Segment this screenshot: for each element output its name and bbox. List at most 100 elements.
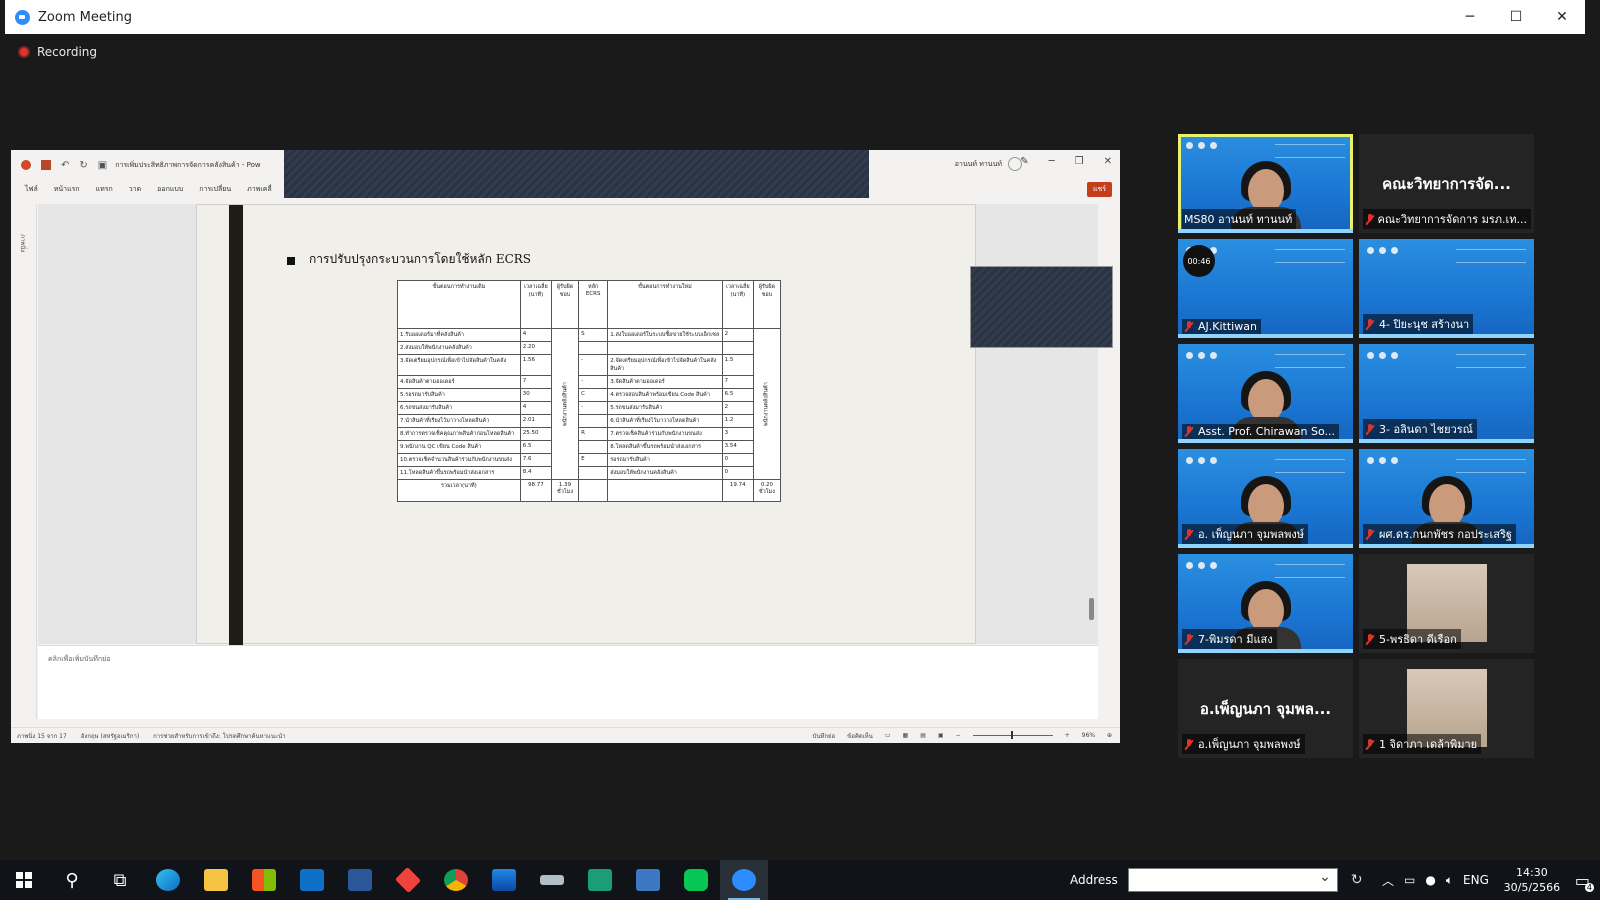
virtual-background [1275,459,1345,473]
tab-home[interactable]: หน้าแรก [54,184,80,195]
fit-slide-icon[interactable]: ⊕ [1107,732,1112,739]
search-icon[interactable]: ⚲ [48,860,96,900]
mic-muted-icon [1365,528,1375,540]
microphone-icon[interactable]: ● [1425,873,1435,887]
input-language[interactable]: ENG [1463,873,1489,887]
slideshow-view-icon[interactable]: ▣ [938,732,944,739]
folder-icon [204,869,228,891]
participant-tile[interactable]: 1 จิดาภา เดล้าพิมาย [1359,659,1534,758]
tab-animations[interactable]: ภาพเคลื่ [247,184,272,195]
taskbar-edge[interactable] [144,860,192,900]
language-status[interactable]: อังกฤษ (สหรัฐอเมริกา) [81,731,139,741]
notes-placeholder: คลิกเพื่อเพิ่มบันทึกย่อ [48,655,111,663]
taskbar-store[interactable] [240,860,288,900]
participant-tile[interactable]: 5-พรธิดา ดีเรือก [1359,554,1534,653]
taskbar-scanner[interactable] [528,860,576,900]
participant-tile[interactable]: อ.เพ็ญนภา จุมพล... อ.เพ็ญนภา จุมพลพงษ์ [1178,659,1353,758]
participant-name: AJ.Kittiwan [1198,320,1257,333]
maximize-icon[interactable]: ☐ [1493,0,1539,34]
taskbar-anydesk[interactable] [384,860,432,900]
old-step-cell: 8.ทำการตรวจเช็คคุณภาพสินค้าก่อนโหลดสินค้… [397,427,521,441]
participant-name-label: คณะวิทยาการจัดการ มรภ.เท... [1363,209,1531,229]
taskbar-chrome[interactable] [432,860,480,900]
redo-icon[interactable]: ↻ [79,160,87,171]
participant-tile[interactable]: Asst. Prof. Chirawan So... [1178,344,1353,443]
taskbar-office[interactable] [624,860,672,900]
sorter-view-icon[interactable]: ▦ [903,732,909,739]
chevron-up-icon[interactable]: ︿ [1382,872,1394,889]
ppt-minimize-icon[interactable]: ─ [1049,156,1055,167]
old-step-cell: 3.จัดเตรียมอุปกรณ์เพื่อเข้าไปจัดสินค้าใน… [397,354,521,376]
minimize-icon[interactable]: ─ [1447,0,1493,34]
slide-scrollbar[interactable] [1087,258,1095,688]
slide-icons [1367,247,1398,254]
notification-icon[interactable]: ▭ 4 [1575,871,1594,892]
participant-tile[interactable]: 00:46 AJ.Kittiwan [1178,239,1353,338]
present-icon[interactable]: ▣ [98,160,107,171]
recording-indicator[interactable]: Recording [18,45,97,59]
new-step-cell: 4.ตรวจสอบสินค้าพร้อมเขียน Code สินค้า [607,388,723,402]
participant-tile[interactable]: 4- ปิยะนุช สร้างนา [1359,239,1534,338]
participant-name-label: MS80 อานนท์ ทานนท์ [1182,209,1297,229]
taskbar-file-explorer[interactable] [192,860,240,900]
screen: Zoom Meeting ─ ☐ ✕ Recording ↶ ↻ ▣ การเพ… [0,0,1600,900]
taskbar-line[interactable] [672,860,720,900]
tab-transitions[interactable]: การเปลี่ยน [199,184,231,195]
taskbar-app-green[interactable] [576,860,624,900]
share-button[interactable]: แชร์ [1086,182,1112,197]
quick-access-toolbar: ↶ ↻ ▣ [21,160,107,171]
virtual-background [1275,354,1345,368]
tab-file[interactable]: ไฟล์ [25,184,38,195]
tab-insert[interactable]: แทรก [96,184,113,195]
taskbar-zoom[interactable] [720,860,768,900]
zoom-slider[interactable] [972,731,1053,739]
participant-tile[interactable]: 7-พิมรดา มีแสง [1178,554,1353,653]
taskbar-mail[interactable] [288,860,336,900]
zoom-in-icon[interactable]: + [1065,732,1070,739]
start-button[interactable] [0,860,48,900]
pen-icon[interactable]: ✎ [1020,156,1028,167]
taskbar-word[interactable] [336,860,384,900]
normal-view-icon[interactable]: ▭ [885,732,891,739]
close-icon[interactable]: ✕ [1539,0,1585,34]
participant-tile[interactable]: MS80 อานนท์ ทานนท์ [1178,134,1353,233]
table-row: 8.ทำการตรวจเช็คคุณภาพสินค้าก่อนโหลดสินค้… [397,427,781,441]
comments-button[interactable]: ข้อคิดเห็น [847,731,873,741]
tab-design[interactable]: ออกแบบ [157,184,183,195]
table-row: 7.นำสินค้าที่เรียงไว้มาวางโหลดสินค้า 2.01… [397,414,781,428]
table-row: 9.พนักงาน QC เขียน Code สินค้า 6.5 8.โหลดส… [397,440,781,454]
network-icon[interactable]: ▭ [1404,873,1415,887]
ppt-restore-icon[interactable]: ❐ [1075,156,1084,167]
notes-pane[interactable]: คลิกเพื่อเพิ่มบันทึกย่อ [38,645,1098,719]
save-icon[interactable] [41,160,51,170]
ecrs-cell: - [578,354,609,376]
tab-draw[interactable]: วาด [129,184,141,195]
clock[interactable]: 14:30 30/5/2566 [1499,865,1565,895]
ecrs-cell: - [578,401,609,415]
photos-icon [492,869,516,891]
thumbnail-pane[interactable]: ภาพนิ่ง [11,204,37,719]
volume-icon[interactable]: 🔈︎ [1446,873,1453,888]
scrollbar-thumb[interactable] [1089,598,1094,620]
address-input[interactable] [1127,868,1338,892]
zoom-level[interactable]: 96% [1082,732,1095,739]
participant-tile[interactable]: ผศ.ดร.กนกพัชร กอประเสริฐ [1359,449,1534,548]
ppt-titlebar: ↶ ↻ ▣ การเพิ่มประสิทธิภาพการจัดการคลังสิ… [11,150,1120,198]
old-step-cell: 11.โหลดสินค้าขึ้นรถพร้อมนำส่งเอกสาร [397,466,521,480]
participant-tile[interactable]: คณะวิทยาการจัด... คณะวิทยาการจัดการ มรภ.เ… [1359,134,1534,233]
participant-tile[interactable]: อ. เพ็ญนภา จุมพลพงษ์ [1178,449,1353,548]
virtual-background [1456,354,1526,368]
zoom-out-icon[interactable]: − [956,732,961,739]
accessibility-status[interactable]: การช่วยสำหรับการเข้าถึง: โปรดศึกษาค้นหาแ… [153,731,285,741]
refresh-icon[interactable]: ↻ [1344,867,1370,893]
reading-view-icon[interactable]: ▤ [920,732,926,739]
slide[interactable]: การปรับปรุงกระบวนการโดยใช้หลัก ECRS ขั้น… [196,204,976,645]
ppt-close-icon[interactable]: ✕ [1104,156,1112,167]
slide-counter: ภาพนิ่ง 15 จาก 17 [17,732,67,740]
notes-button[interactable]: บันทึกย่อ [813,731,836,741]
undo-icon[interactable]: ↶ [61,160,69,171]
taskbar-photos[interactable] [480,860,528,900]
new-time-cell [721,341,754,355]
task-view-icon[interactable]: ⧉ [96,860,144,900]
participant-tile[interactable]: 3- อลินดา ไชยวรณ์ [1359,344,1534,443]
